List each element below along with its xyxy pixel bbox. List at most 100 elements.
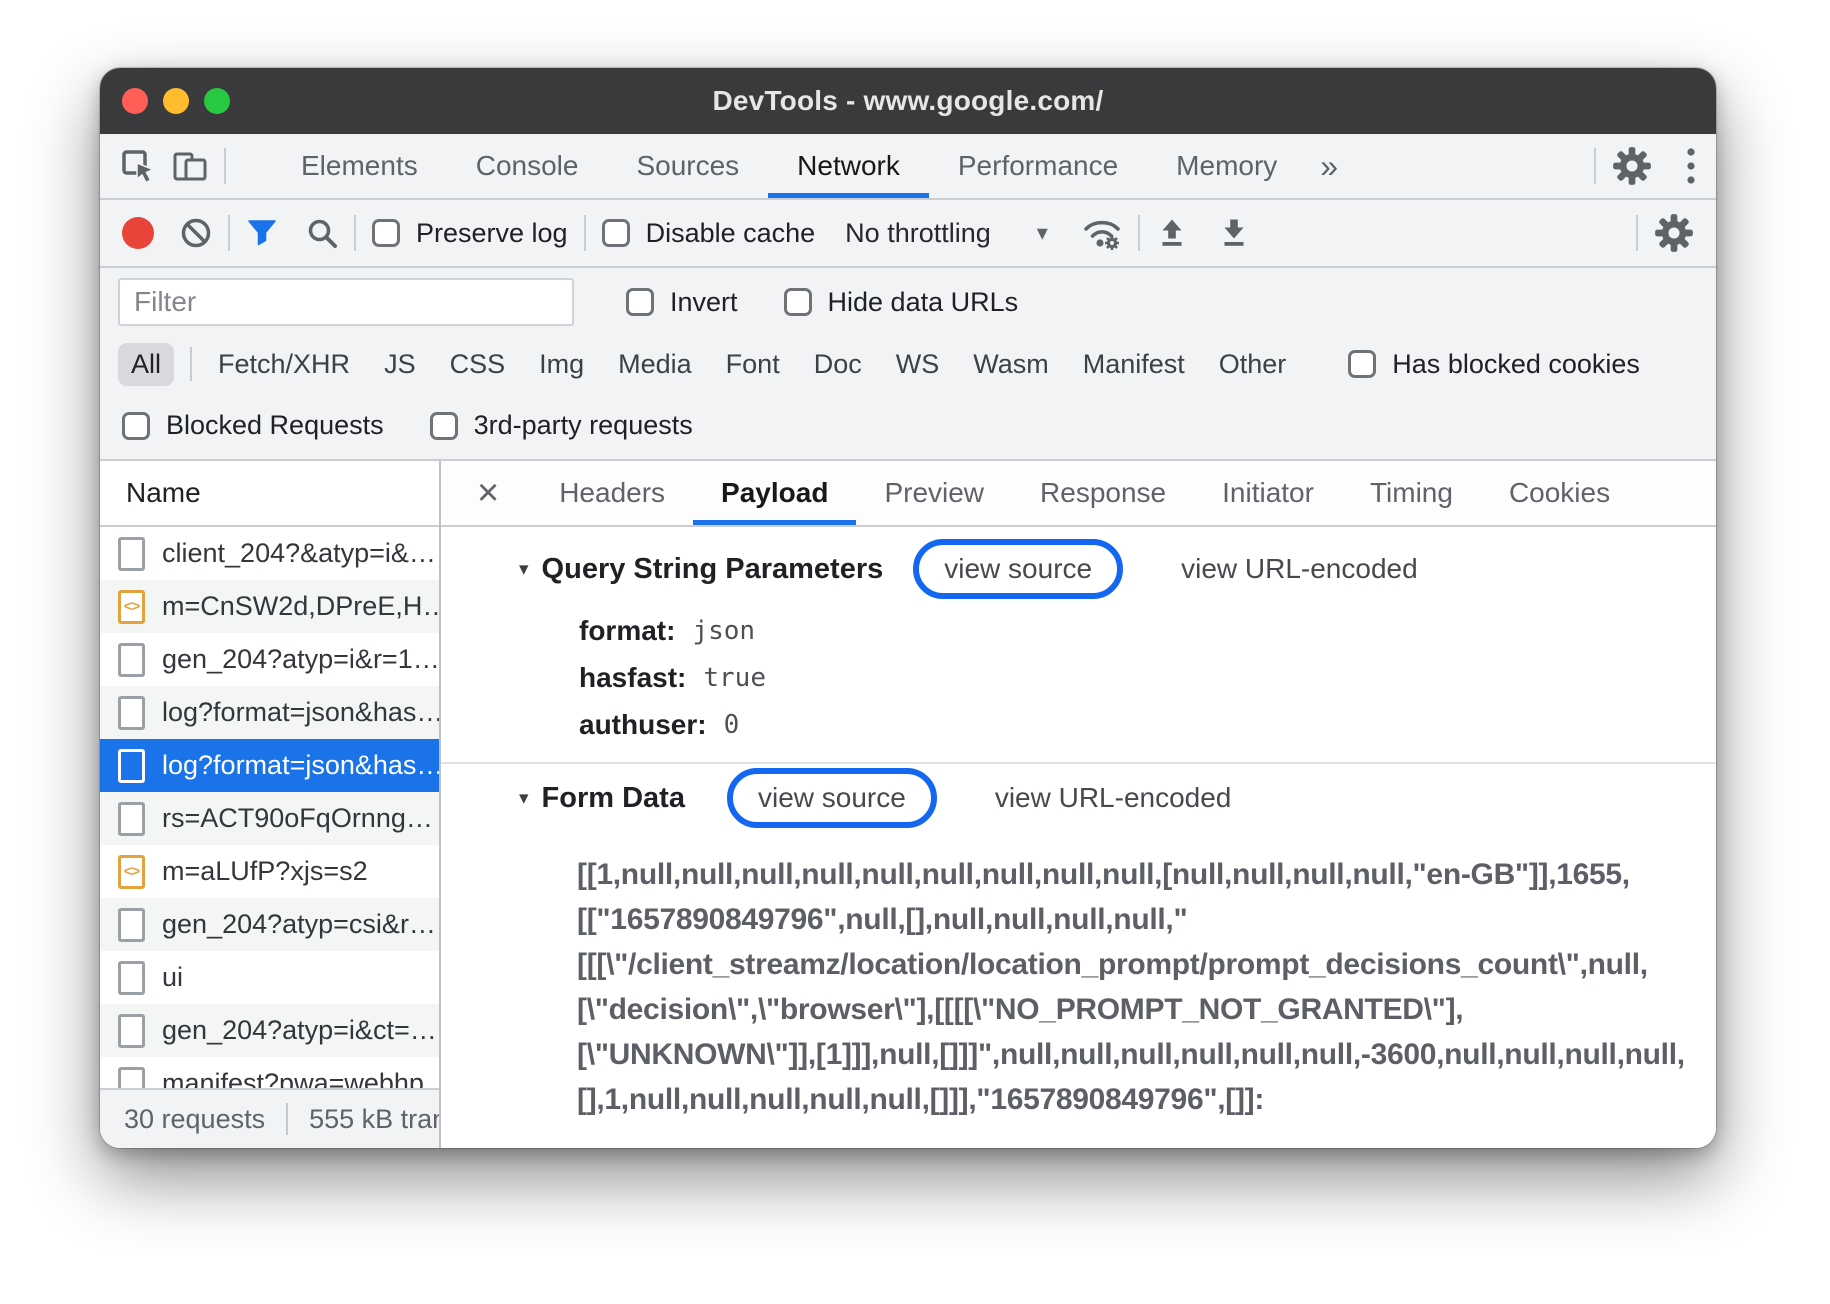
query-param: hasfast:true — [579, 654, 1716, 701]
disable-cache-checkbox[interactable] — [602, 219, 630, 247]
tab-timing[interactable]: Timing — [1342, 461, 1481, 525]
filter-chip-img[interactable]: Img — [539, 349, 584, 380]
resource-type-filter-row: All Fetch/XHR JS CSS Img Media Font Doc WS Wasm Ma… — [100, 336, 1716, 392]
request-row[interactable]: <>m=aLUfP?xjs=s2 — [100, 845, 439, 898]
request-row[interactable]: ui — [100, 951, 439, 1004]
filter-chip-all[interactable]: All — [118, 343, 174, 386]
toolbar-divider — [228, 215, 230, 251]
view-url-encoded-link[interactable]: view URL-encoded — [1181, 553, 1418, 585]
kebab-menu-icon[interactable] — [1686, 147, 1696, 185]
request-name: m=CnSW2d,DPreE,H… — [162, 591, 439, 622]
minimize-window-button[interactable] — [163, 88, 189, 114]
tab-sources[interactable]: Sources — [607, 134, 768, 198]
filter-chip-fetch-xhr[interactable]: Fetch/XHR — [218, 349, 350, 380]
query-string-title[interactable]: Query String Parameters — [542, 553, 884, 586]
tab-preview[interactable]: Preview — [856, 461, 1012, 525]
filter-chip-media[interactable]: Media — [618, 349, 692, 380]
inspect-cursor-icon[interactable] — [120, 148, 156, 184]
request-name: gen_204?atyp=i&r=1… — [162, 644, 439, 675]
filter-chip-manifest[interactable]: Manifest — [1083, 349, 1185, 380]
name-column-header[interactable]: Name — [100, 461, 439, 527]
filter-chip-doc[interactable]: Doc — [814, 349, 862, 380]
request-count: 30 requests — [124, 1104, 265, 1135]
invert-checkbox[interactable] — [626, 288, 654, 316]
traffic-lights — [122, 68, 230, 134]
throttling-select[interactable]: No throttling — [845, 218, 991, 249]
request-row[interactable]: gen_204?atyp=i&r=1… — [100, 633, 439, 686]
type-chip-list: All Fetch/XHR JS CSS Img Media Font Doc WS Wasm Ma… — [118, 343, 1320, 386]
device-toolbar-icon[interactable] — [172, 148, 208, 184]
filter-chip-other[interactable]: Other — [1219, 349, 1287, 380]
filter-input[interactable] — [118, 278, 574, 326]
has-blocked-cookies-label: Has blocked cookies — [1392, 349, 1640, 380]
document-file-icon — [118, 1014, 145, 1048]
tab-cookies[interactable]: Cookies — [1481, 461, 1638, 525]
script-file-icon: <> — [118, 590, 145, 624]
hide-data-urls-checkbox[interactable] — [784, 288, 812, 316]
chevron-down-icon[interactable]: ▾ — [1037, 222, 1048, 244]
tab-network[interactable]: Network — [768, 134, 929, 198]
form-data-title[interactable]: Form Data — [542, 782, 685, 815]
close-window-button[interactable] — [122, 88, 148, 114]
tab-memory[interactable]: Memory — [1147, 134, 1306, 198]
tab-payload[interactable]: Payload — [693, 461, 856, 525]
request-row[interactable]: log?format=json&has… — [100, 686, 439, 739]
request-row[interactable]: client_204?&atyp=i&… — [100, 527, 439, 580]
main-tab-strip: ElementsConsoleSourcesNetworkPerformance… — [272, 134, 1306, 198]
export-har-icon[interactable] — [1218, 217, 1250, 249]
network-conditions-icon[interactable] — [1082, 215, 1122, 251]
more-tabs-button[interactable]: » — [1306, 148, 1352, 185]
third-party-requests-checkbox[interactable] — [430, 412, 458, 440]
request-row[interactable]: gen_204?atyp=csi&r… — [100, 898, 439, 951]
document-file-icon — [118, 1067, 145, 1089]
search-icon[interactable] — [306, 217, 338, 249]
query-param: authuser: 0 — [579, 701, 1716, 748]
clear-icon[interactable] — [180, 217, 212, 249]
tab-headers[interactable]: Headers — [531, 461, 693, 525]
view-source-link[interactable]: view source — [727, 768, 937, 828]
request-row[interactable]: manifest?pwa=webhp — [100, 1057, 439, 1088]
title-bar: DevTools - www.google.com/ — [100, 68, 1716, 134]
maximize-window-button[interactable] — [204, 88, 230, 114]
filter-chip-wasm[interactable]: Wasm — [973, 349, 1049, 380]
settings-gear-icon[interactable] — [1612, 146, 1652, 186]
view-source-link[interactable]: view source — [913, 539, 1123, 599]
disclosure-triangle-icon[interactable]: ▾ — [519, 787, 529, 810]
tab-elements[interactable]: Elements — [272, 134, 447, 198]
filter-chip-js[interactable]: JS — [384, 349, 416, 380]
filter-chip-font[interactable]: Font — [726, 349, 780, 380]
filter-chip-css[interactable]: CSS — [450, 349, 506, 380]
tab-console[interactable]: Console — [447, 134, 608, 198]
network-toolbar: Preserve log Disable cache No throttling… — [100, 200, 1716, 268]
tabbar-right-group — [1578, 134, 1696, 198]
tab-initiator[interactable]: Initiator — [1194, 461, 1342, 525]
view-url-encoded-link[interactable]: view URL-encoded — [995, 782, 1232, 814]
param-value: 0 — [724, 710, 740, 740]
import-har-icon[interactable] — [1156, 217, 1188, 249]
filter-funnel-icon[interactable] — [246, 217, 278, 249]
tab-performance[interactable]: Performance — [929, 134, 1147, 198]
request-row[interactable]: log?format=json&has… — [100, 739, 439, 792]
filter-chip-ws[interactable]: WS — [896, 349, 940, 380]
preserve-log-label: Preserve log — [416, 218, 568, 249]
request-name: log?format=json&has… — [162, 750, 439, 781]
preserve-log-checkbox[interactable] — [372, 219, 400, 247]
request-row[interactable]: <> m=CnSW2d,DPreE,H… — [100, 580, 439, 633]
more-filters-row: Blocked Requests 3rd-party requests — [100, 392, 1716, 461]
network-settings-gear-icon[interactable] — [1654, 213, 1694, 253]
request-name: m=aLUfP?xjs=s2 — [162, 856, 368, 887]
param-value: true — [703, 663, 766, 693]
request-row[interactable]: rs=ACT90oFqOrnng… — [100, 792, 439, 845]
disclosure-triangle-icon[interactable]: ▾ — [519, 558, 529, 581]
blocked-requests-checkbox[interactable] — [122, 412, 150, 440]
toolbar-divider — [1636, 215, 1638, 251]
document-file-icon — [118, 802, 145, 836]
request-list-panel: Name client_204?&atyp=i&… <> m=CnSW2d,DPre… — [100, 461, 441, 1148]
blocked-requests-label: Blocked Requests — [166, 410, 384, 441]
tab-response[interactable]: Response — [1012, 461, 1194, 525]
record-button[interactable] — [122, 217, 154, 249]
request-row[interactable]: gen_204?atyp=i&ct=… — [100, 1004, 439, 1057]
has-blocked-cookies-checkbox[interactable] — [1348, 350, 1376, 378]
close-icon[interactable]: × — [477, 461, 499, 525]
param-key: authuser: — [579, 709, 707, 741]
